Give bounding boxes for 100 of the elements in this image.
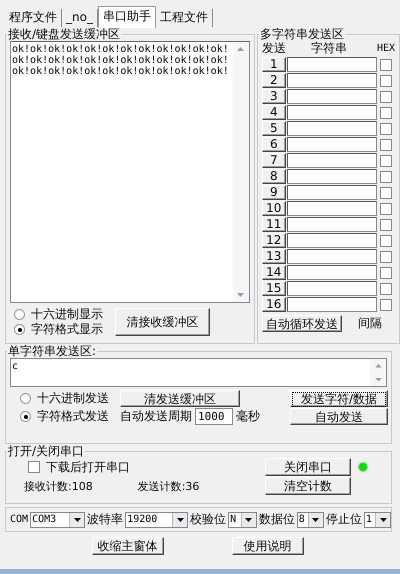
column-header: HEX [376, 42, 395, 54]
period-label: 自动发送周期 [120, 408, 192, 425]
scroll-down-arrow-icon[interactable] [237, 293, 244, 297]
radio-button[interactable] [20, 411, 31, 422]
radio-label[interactable]: 字符格式显示 [31, 322, 103, 337]
scrollbar[interactable] [232, 42, 249, 302]
dropdown[interactable]: COM3 [30, 512, 86, 528]
clear-receive-button[interactable]: 清接收缓冲区 [115, 308, 210, 336]
string-input[interactable] [286, 137, 377, 152]
hex-checkbox[interactable] [380, 107, 392, 119]
receive-count: 接收计数:108 [24, 478, 93, 494]
hex-checkbox[interactable] [380, 155, 392, 167]
send-row-button[interactable]: 5 [262, 121, 286, 136]
tab[interactable]: 程序文件 [5, 9, 62, 27]
string-input[interactable] [286, 185, 377, 200]
column-header: 字符串 [310, 40, 348, 56]
string-input[interactable] [286, 153, 377, 168]
string-input[interactable] [286, 217, 377, 232]
radio-button[interactable] [14, 309, 25, 320]
send-row-button[interactable]: 14 [262, 265, 286, 280]
tab[interactable]: 工程文件 [156, 9, 213, 27]
radio-label[interactable]: 十六进制显示 [31, 307, 103, 322]
send-data-button[interactable]: 发送字符/数据 [290, 390, 388, 407]
bottom-button[interactable]: 收缩主窗体 [92, 537, 164, 555]
send-row-button[interactable]: 2 [262, 73, 286, 88]
dropdown-arrow-icon [74, 518, 81, 522]
string-input[interactable] [286, 265, 377, 280]
string-input[interactable] [286, 233, 377, 248]
dropdown-arrow-icon [176, 518, 184, 522]
dropdown[interactable]: 8 [296, 512, 324, 528]
hex-checkbox[interactable] [380, 171, 392, 183]
send-row-button[interactable]: 16 [262, 297, 286, 312]
auto-loop-send-button[interactable]: 自动循环发送 [262, 315, 342, 332]
string-input[interactable] [286, 281, 377, 296]
dropdown-arrow-icon [245, 518, 252, 522]
radio-button[interactable] [20, 393, 31, 404]
clear-send-button[interactable]: 清发送缓冲区 [120, 390, 240, 407]
bottom-button[interactable]: 使用说明 [232, 537, 304, 555]
scroll-up-arrow-icon[interactable] [374, 364, 382, 368]
string-input[interactable] [286, 73, 377, 88]
hex-checkbox[interactable] [380, 235, 392, 247]
send-text-area[interactable]: c [10, 358, 387, 387]
group-title: 打开/关闭串口 [7, 444, 86, 458]
scrollbar[interactable] [370, 359, 386, 386]
hex-checkbox[interactable] [380, 139, 392, 151]
setting-label: COM [10, 514, 28, 525]
group-title: 单字符串发送区: [7, 344, 98, 358]
send-row-button[interactable]: 11 [262, 217, 286, 232]
send-row-button[interactable]: 9 [262, 185, 286, 200]
column-header: 发送 [262, 40, 286, 56]
send-row-button[interactable]: 13 [262, 249, 286, 264]
hex-checkbox[interactable] [380, 91, 392, 103]
setting-label: 停止位 [326, 511, 362, 528]
string-input[interactable] [286, 297, 377, 312]
unit-label: 毫秒 [236, 408, 260, 425]
checkbox[interactable]: 下载后打开串口 [10, 458, 265, 476]
close-port-button[interactable]: 关闭串口 [265, 458, 351, 476]
setting-label: 校验位 [190, 511, 226, 528]
period-input[interactable]: 1000 [195, 408, 233, 425]
group-title: 接收/键盘发送缓冲区 [7, 27, 122, 41]
send-row-button[interactable]: 7 [262, 153, 286, 168]
interval-label: 间隔 [358, 315, 382, 332]
radio-label[interactable]: 字符格式发送 [37, 409, 109, 424]
hex-checkbox[interactable] [380, 123, 392, 135]
hex-checkbox[interactable] [380, 283, 392, 295]
hex-checkbox[interactable] [380, 203, 392, 215]
dropdown[interactable]: 19200 [125, 512, 188, 528]
hex-checkbox[interactable] [380, 251, 392, 263]
dropdown[interactable]: N [228, 512, 257, 528]
string-input[interactable] [286, 105, 377, 120]
clear-count-button[interactable]: 清空计数 [265, 477, 351, 495]
tab[interactable]: 串口助手 [98, 6, 156, 28]
hex-checkbox[interactable] [380, 75, 392, 87]
send-row-button[interactable]: 8 [262, 169, 286, 184]
send-row-button[interactable]: 3 [262, 89, 286, 104]
send-row-button[interactable]: 6 [262, 137, 286, 152]
send-row-button[interactable]: 10 [262, 201, 286, 216]
receive-text-area[interactable]: ok!ok!ok!ok!ok!ok!ok!ok!ok!ok!ok!ok! ok!ok!ok!ok!ok!ok!ok!ok!ok!ok!ok!ok! ok!ok!ok!ok!ok!ok!ok!ok!ok!ok!ok!ok! [10, 41, 250, 303]
string-input[interactable] [286, 121, 377, 136]
group-title: 多字符串发送区 [258, 27, 345, 41]
hex-checkbox[interactable] [380, 59, 392, 71]
auto-send-button[interactable]: 自动发送 [290, 408, 388, 425]
hex-checkbox[interactable] [380, 267, 392, 279]
radio-label[interactable]: 十六进制发送 [37, 391, 109, 406]
string-input[interactable] [286, 249, 377, 264]
hex-checkbox[interactable] [380, 187, 392, 199]
string-input[interactable] [286, 169, 377, 184]
scroll-up-arrow-icon[interactable] [237, 47, 244, 51]
dropdown[interactable]: 1 [364, 512, 392, 528]
send-row-button[interactable]: 1 [262, 57, 286, 72]
send-row-button[interactable]: 12 [262, 233, 286, 248]
scroll-down-arrow-icon[interactable] [374, 378, 382, 381]
send-row-button[interactable]: 15 [262, 281, 286, 296]
string-input[interactable] [286, 89, 377, 104]
string-input[interactable] [286, 57, 377, 72]
string-input[interactable] [286, 201, 377, 216]
hex-checkbox[interactable] [380, 299, 392, 311]
radio-button[interactable] [14, 324, 25, 335]
send-row-button[interactable]: 4 [262, 105, 286, 120]
hex-checkbox[interactable] [380, 219, 392, 231]
